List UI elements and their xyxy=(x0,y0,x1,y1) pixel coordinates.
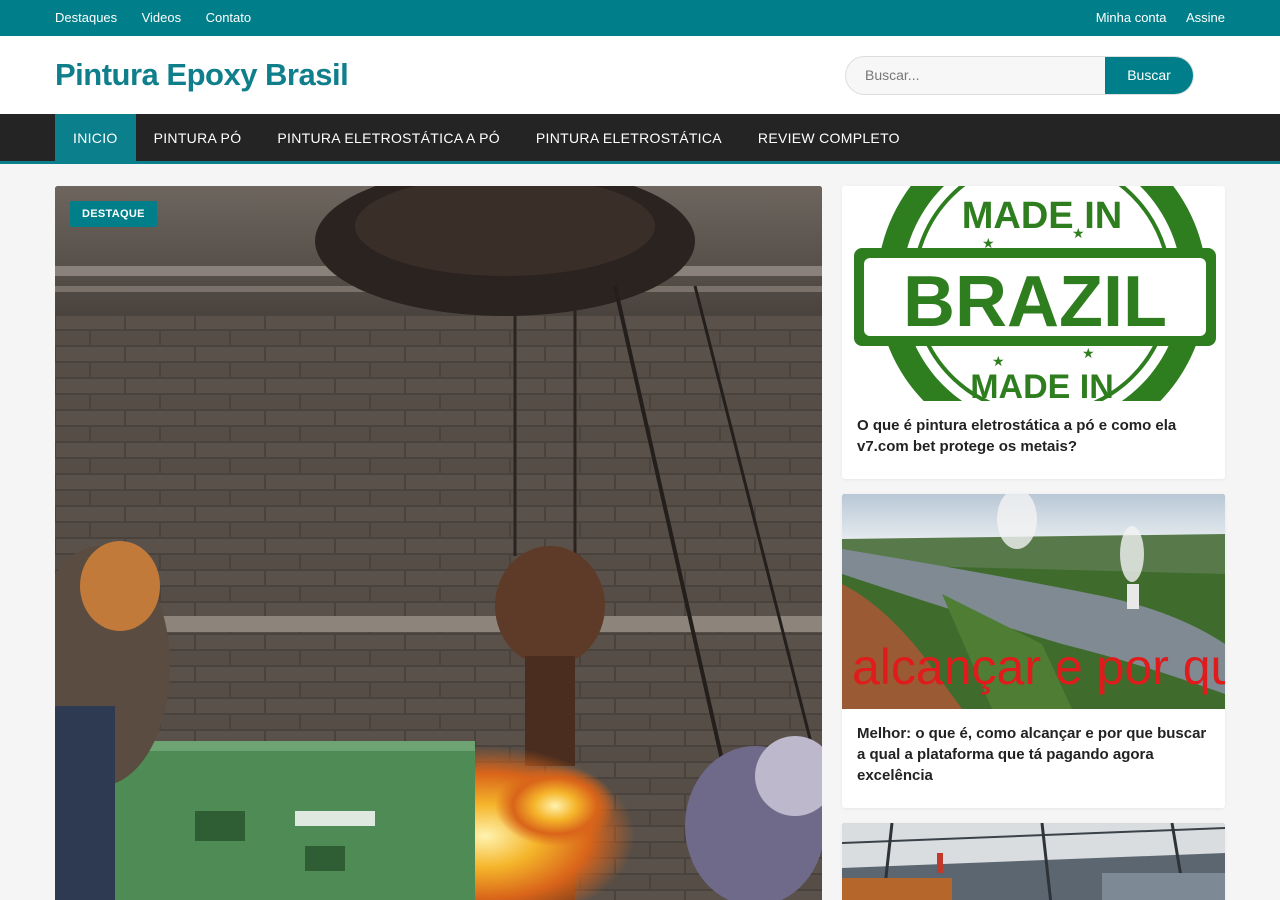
top-link-contato[interactable]: Contato xyxy=(206,10,252,25)
featured-badge: DESTAQUE xyxy=(70,201,157,227)
site-logo[interactable]: Pintura Epoxy Brasil xyxy=(55,57,349,93)
made-in-brazil-stamp: MADE IN BRAZIL MADE IN ★ ★ ★ ★ xyxy=(854,186,1216,401)
sidebar-card-1[interactable]: MADE IN BRAZIL MADE IN ★ ★ ★ ★ O que é p… xyxy=(842,186,1225,479)
top-link-destaques[interactable]: Destaques xyxy=(55,10,117,25)
stamp-brazil: BRAZIL xyxy=(903,262,1167,342)
card-2-thumbnail: alcançar e por qu xyxy=(842,494,1225,709)
top-bar: Destaques Videos Contato Minha conta Ass… xyxy=(0,0,1280,36)
sidebar: MADE IN BRAZIL MADE IN ★ ★ ★ ★ O que é p… xyxy=(842,186,1225,900)
svg-text:★: ★ xyxy=(982,235,995,251)
stamp-made-in-bottom: MADE IN xyxy=(970,368,1114,401)
svg-text:★: ★ xyxy=(992,353,1005,369)
search-input[interactable] xyxy=(846,56,1105,94)
top-link-assine[interactable]: Assine xyxy=(1186,10,1225,25)
top-bar-left-links: Destaques Videos Contato xyxy=(55,9,271,27)
nav-item-pintura-po[interactable]: PINTURA PÓ xyxy=(136,114,260,161)
card-1-title[interactable]: O que é pintura eletrostática a pó e com… xyxy=(842,401,1225,479)
stamp-made-in-top: MADE IN xyxy=(962,195,1122,237)
nav-item-inicio[interactable]: INICIO xyxy=(55,114,136,161)
card-1-thumbnail: MADE IN BRAZIL MADE IN ★ ★ ★ ★ xyxy=(842,186,1225,401)
search-form: Buscar xyxy=(845,55,1194,95)
nav-item-pintura-eletrostatica[interactable]: PINTURA ELETROSTÁTICA xyxy=(518,114,740,161)
main-content: DESTAQUE MADE IN BRAZIL MADE IN ★ ★ ★ ★ … xyxy=(0,164,1280,900)
top-link-videos[interactable]: Videos xyxy=(142,10,182,25)
sidebar-card-3[interactable] xyxy=(842,823,1225,900)
featured-image xyxy=(55,186,822,900)
nav-item-pintura-eletrostatica-a-po[interactable]: PINTURA ELETROSTÁTICA A PÓ xyxy=(259,114,518,161)
nav-item-review-completo[interactable]: REVIEW COMPLETO xyxy=(740,114,918,161)
site-header: Pintura Epoxy Brasil Buscar xyxy=(0,36,1280,114)
top-link-minha-conta[interactable]: Minha conta xyxy=(1096,10,1167,25)
river-image-overlay-text: alcançar e por qu xyxy=(852,639,1225,695)
warehouse-image xyxy=(842,823,1225,900)
card-3-thumbnail xyxy=(842,823,1225,900)
svg-text:★: ★ xyxy=(1072,225,1085,241)
svg-text:★: ★ xyxy=(1082,345,1095,361)
top-bar-right-links: Minha conta Assine xyxy=(1081,9,1225,27)
card-2-title[interactable]: Melhor: o que é, como alcançar e por que… xyxy=(842,709,1225,808)
featured-post[interactable]: DESTAQUE xyxy=(55,186,822,900)
search-button[interactable]: Buscar xyxy=(1105,56,1193,94)
main-nav: INICIO PINTURA PÓ PINTURA ELETROSTÁTICA … xyxy=(0,114,1280,164)
river-aerial-image: alcançar e por qu xyxy=(842,494,1225,709)
sidebar-card-2[interactable]: alcançar e por qu Melhor: o que é, como … xyxy=(842,494,1225,808)
